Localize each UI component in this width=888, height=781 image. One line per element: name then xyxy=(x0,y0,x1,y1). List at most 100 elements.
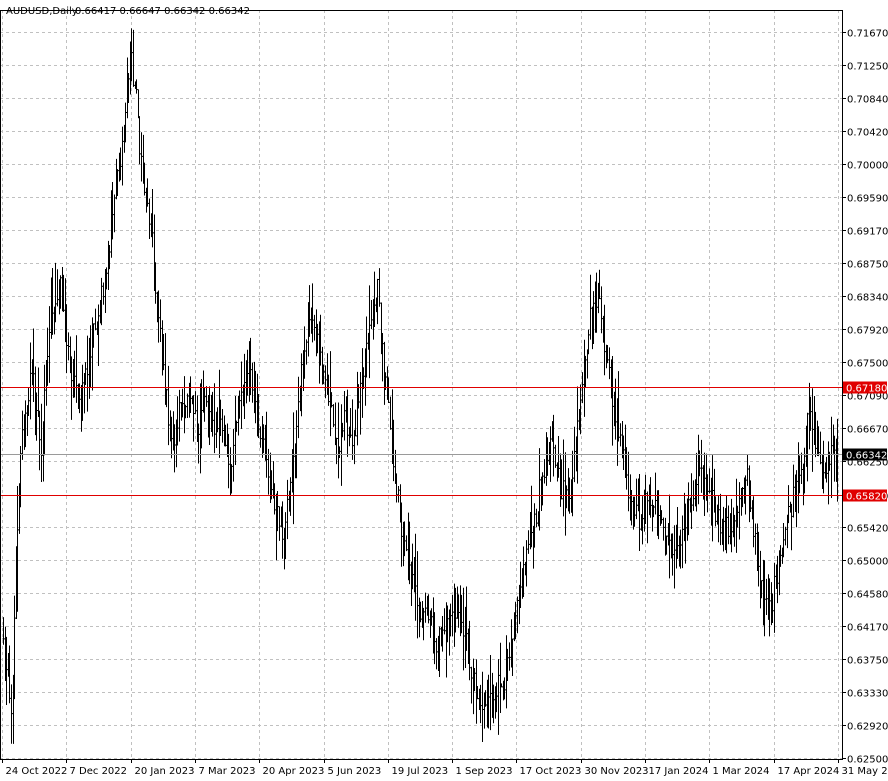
ohlc-bar xyxy=(562,439,565,517)
ohlc-bar xyxy=(435,638,438,670)
y-tick-label: 0.63750 xyxy=(847,656,888,667)
ohlc-bar xyxy=(94,308,97,331)
ohlc-bar xyxy=(313,314,316,341)
ohlc-bar xyxy=(21,410,24,460)
ohlc-bar xyxy=(792,464,795,518)
horizontal-levels xyxy=(0,387,842,496)
ohlc-bar xyxy=(267,448,270,495)
y-tick-label: 0.69170 xyxy=(847,227,888,238)
y-tick-label: 0.67500 xyxy=(847,359,888,370)
ohlc-bar xyxy=(527,530,530,554)
y-tick-label: 0.71250 xyxy=(847,62,888,73)
x-tick-label: 19 Jul 2023 xyxy=(392,766,449,777)
ohlc-bar xyxy=(654,472,657,515)
ohlc-bar xyxy=(719,493,722,546)
ohlc-bar xyxy=(97,304,100,366)
ohlc-bar xyxy=(497,659,500,735)
ohlc-bar xyxy=(148,198,151,239)
ohlc-bar xyxy=(335,437,338,465)
ohlc-bar xyxy=(183,376,186,434)
ohlc-bar xyxy=(159,299,162,342)
x-tick-label: 31 May 2024 xyxy=(842,766,888,777)
ohlc-bar xyxy=(470,666,473,704)
level-tag-label: 0.65820 xyxy=(846,492,887,503)
ohlc-bar xyxy=(481,671,484,742)
ohlc-bar xyxy=(278,506,281,541)
ohlc-bar xyxy=(221,408,224,443)
ohlc-bar xyxy=(37,367,40,417)
ohlc-bar xyxy=(332,404,335,428)
ohlc-bar xyxy=(56,269,59,307)
level-tag-label: 0.67180 xyxy=(846,384,887,395)
y-tick-label: 0.64580 xyxy=(847,590,888,601)
ohlc-bar xyxy=(727,505,730,545)
ohlc-bar xyxy=(554,444,557,468)
ohlc-bar xyxy=(646,491,649,544)
ohlc-bar xyxy=(40,403,43,483)
ohlc-bar xyxy=(635,478,638,520)
ohlc-bar xyxy=(167,365,170,446)
ohlc-bar xyxy=(708,468,711,494)
x-tick-label: 7 Mar 2023 xyxy=(199,766,256,777)
y-tick-label: 0.62920 xyxy=(847,722,888,733)
ohlc-bar xyxy=(337,402,340,479)
ohlc-bar xyxy=(754,523,757,555)
ohlc-bar xyxy=(205,386,208,407)
y-tick-label: 0.63330 xyxy=(847,689,888,700)
ohlc-bar xyxy=(827,441,830,505)
ohlc-bar xyxy=(121,126,124,186)
ohlc-bar xyxy=(424,592,427,623)
last-price-label: 0.66342 xyxy=(846,451,887,462)
ohlc-bar xyxy=(819,431,822,465)
ohlc-bar xyxy=(543,459,546,484)
ohlc-bar xyxy=(608,347,611,380)
y-tick-label: 0.70840 xyxy=(847,95,888,106)
y-tick-label: 0.65000 xyxy=(847,557,888,568)
y-tick-label: 0.65420 xyxy=(847,524,888,535)
ohlc-bar xyxy=(27,388,30,416)
ohlc-bar xyxy=(451,595,454,637)
ohlc-bar xyxy=(305,339,308,365)
ohlc-bar xyxy=(86,335,89,412)
ohlc-bar xyxy=(738,482,741,540)
ohlc-bar xyxy=(673,525,676,589)
ohlc-bar xyxy=(600,286,603,334)
ohlc-bar xyxy=(416,551,419,639)
ohlc-bar xyxy=(351,399,354,460)
plot-frame xyxy=(0,10,843,760)
ohlc-readout: 0.66417 0.66647 0.66342 0.66342 xyxy=(75,6,250,17)
symbol-title: AUDUSD,Daily xyxy=(6,6,78,17)
ohlc-bar xyxy=(700,439,703,493)
y-tick-label: 0.66670 xyxy=(847,425,888,436)
ohlc-bar xyxy=(297,376,300,439)
price-axis[interactable]: 0.71670 0.71250 0.70840 0.70420 0.70000 0.695… xyxy=(842,29,888,766)
x-tick-label: 7 Dec 2022 xyxy=(70,766,128,777)
ohlc-bar xyxy=(765,578,768,615)
ohlc-bar xyxy=(178,389,181,442)
x-tick-label: 24 Oct 2022 xyxy=(6,766,68,777)
time-axis[interactable]: 24 Oct 2022 7 Dec 2022 20 Jan 2023 7 Mar 20… xyxy=(2,759,888,777)
ohlc-bar xyxy=(784,526,787,546)
ohlc-bar xyxy=(397,486,400,503)
x-tick-label: 20 Apr 2023 xyxy=(263,766,325,777)
ohlc-bar xyxy=(340,404,343,486)
ohlc-bar xyxy=(140,132,143,182)
ohlc-bar xyxy=(627,451,630,512)
chart-svg[interactable]: 0.71670 0.71250 0.70840 0.70420 0.70000 0.695… xyxy=(0,0,888,781)
ohlc-bar xyxy=(508,642,511,671)
y-tick-label: 0.68340 xyxy=(847,293,888,304)
ohlc-bar xyxy=(378,268,381,307)
ohlc-bar xyxy=(113,194,116,233)
chart-window[interactable]: 0.71670 0.71250 0.70840 0.70420 0.70000 0.695… xyxy=(0,0,888,781)
x-tick-label: 17 Jan 2024 xyxy=(649,766,709,777)
y-tick-label: 0.62500 xyxy=(847,755,888,766)
ohlc-bar xyxy=(746,454,749,486)
x-tick-label: 17 Oct 2023 xyxy=(520,766,582,777)
ohlc-bar xyxy=(405,535,408,552)
ohlc-bar xyxy=(251,362,254,403)
ohlc-bar xyxy=(10,684,13,744)
ohlc-bar xyxy=(232,428,235,482)
grid-layer xyxy=(0,10,842,759)
ohlc-bar xyxy=(186,393,189,419)
ohlc-bar xyxy=(619,423,622,447)
